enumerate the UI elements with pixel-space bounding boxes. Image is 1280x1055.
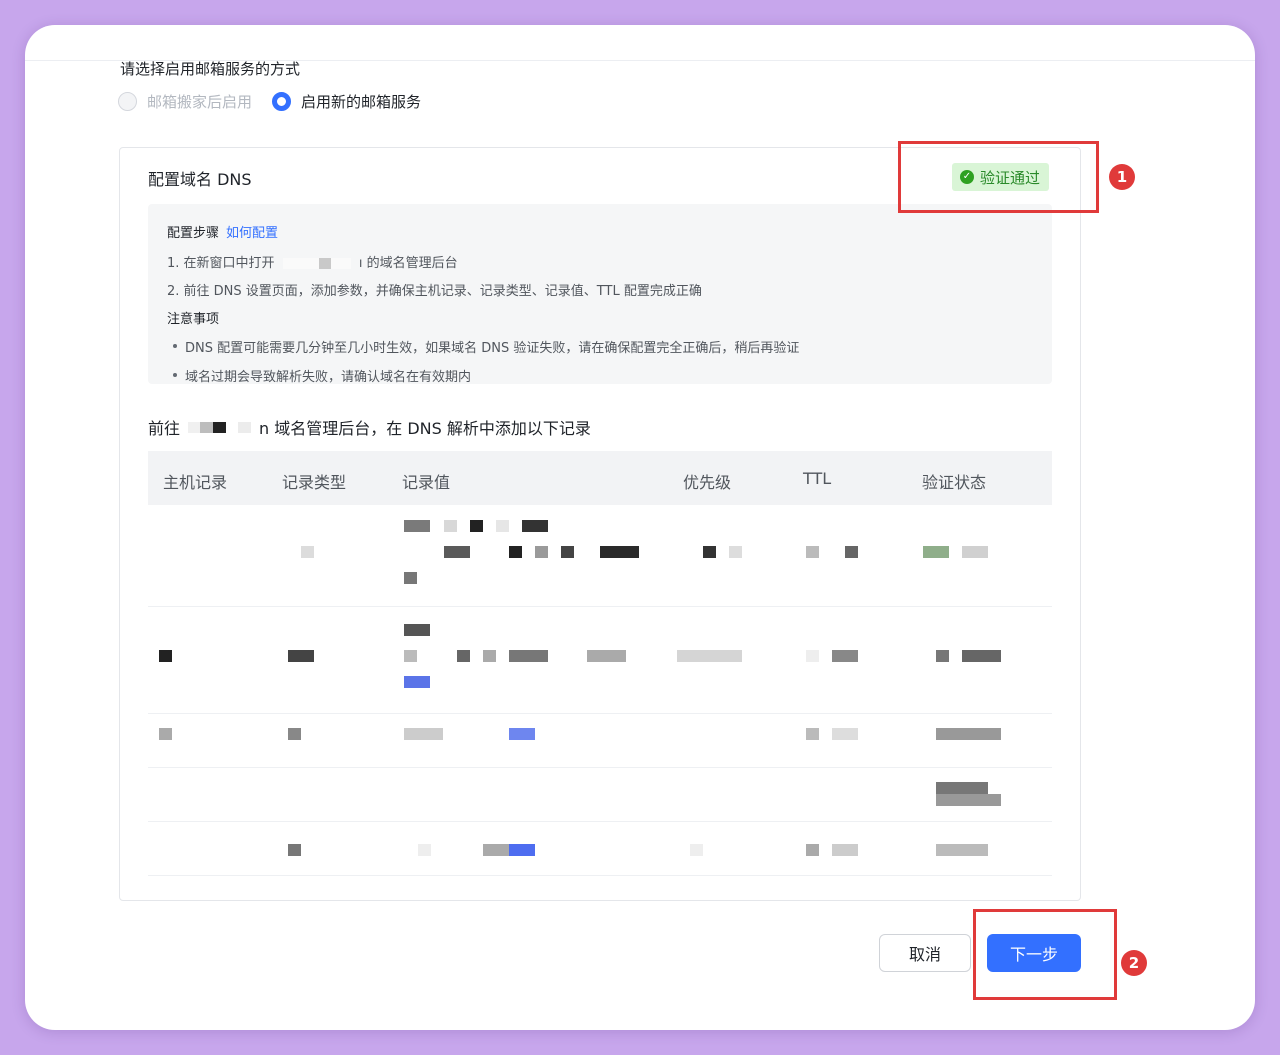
step1-prefix: 1. 在新窗口中打开 bbox=[167, 256, 275, 271]
redacted-registrar-block bbox=[188, 421, 252, 433]
col-record-type: 记录类型 bbox=[282, 473, 347, 492]
guide-header: 配置步骤 如何配置 bbox=[167, 222, 1034, 241]
how-to-config-link[interactable]: 如何配置 bbox=[226, 226, 278, 241]
dns-config-panel: 配置域名 DNS ✓ 验证通过 配置步骤 如何配置 1. 在新窗口中打开 ı 的域… bbox=[119, 147, 1081, 901]
notice-item: DNS 配置可能需要几分钟至几小时生效，如果域名 DNS 验证失败，请在确保配置… bbox=[167, 337, 1034, 356]
row-divider bbox=[148, 713, 1052, 714]
dns-panel-title: 配置域名 DNS bbox=[148, 170, 252, 189]
annotation-marker-2: 2 bbox=[1121, 950, 1147, 976]
radio-checked-icon bbox=[272, 92, 292, 111]
row-divider bbox=[148, 606, 1052, 607]
row-divider bbox=[148, 767, 1052, 768]
row-divider bbox=[148, 875, 1052, 876]
cancel-button[interactable]: 取消 bbox=[879, 934, 971, 972]
dns-records-table: 主机记录 记录类型 记录值 优先级 TTL 验证状态 bbox=[148, 451, 1052, 876]
steps-title: 配置步骤 bbox=[167, 226, 220, 241]
mode-question: 请选择启用邮箱服务的方式 bbox=[120, 60, 301, 78]
table-header: 主机记录 记录类型 记录值 优先级 TTL 验证状态 bbox=[148, 451, 1052, 505]
radio-new-service-label: 启用新的邮箱服务 bbox=[301, 93, 422, 111]
row-divider bbox=[148, 821, 1052, 822]
col-record-value: 记录值 bbox=[402, 473, 451, 492]
annotation-box-next bbox=[973, 909, 1117, 1000]
table-body bbox=[148, 505, 1052, 876]
col-ttl: TTL bbox=[803, 469, 832, 488]
notice-item: 域名过期会导致解析失败，请确认域名在有效期内 bbox=[167, 366, 1034, 385]
annotation-marker-1: 1 bbox=[1109, 164, 1135, 190]
radio-unchecked-icon bbox=[118, 92, 137, 111]
guide-step-2: 2. 前往 DNS 设置页面，添加参数，并确保主机记录、记录类型、记录值、TTL… bbox=[167, 284, 702, 299]
goto-instruction: 前往 n 域名管理后台，在 DNS 解析中添加以下记录 bbox=[148, 415, 591, 439]
redacted-domain-block bbox=[330, 258, 351, 269]
goto-prefix: 前往 bbox=[148, 419, 181, 438]
mode-radio-group: 邮箱搬家后启用 启用新的邮箱服务 bbox=[118, 91, 441, 112]
redacted-domain-block bbox=[282, 258, 319, 269]
guide-step-1: 1. 在新窗口中打开 ı 的域名管理后台 bbox=[167, 252, 1034, 271]
notice-title: 注意事项 bbox=[167, 312, 220, 327]
radio-migrate-option[interactable]: 邮箱搬家后启用 bbox=[118, 91, 252, 112]
col-priority: 优先级 bbox=[683, 473, 732, 492]
radio-migrate-label: 邮箱搬家后启用 bbox=[147, 93, 253, 111]
goto-suffix: n 域名管理后台，在 DNS 解析中添加以下记录 bbox=[259, 419, 591, 438]
radio-new-service-option[interactable]: 启用新的邮箱服务 bbox=[272, 91, 421, 112]
step1-suffix: ı 的域名管理后台 bbox=[358, 256, 458, 271]
annotation-box-status bbox=[898, 141, 1099, 213]
config-guide-box: 配置步骤 如何配置 1. 在新窗口中打开 ı 的域名管理后台 2. 前往 DNS … bbox=[148, 204, 1052, 385]
col-host-record: 主机记录 bbox=[163, 473, 228, 492]
redacted-domain-block bbox=[318, 258, 331, 269]
col-verify-status: 验证状态 bbox=[922, 473, 987, 492]
